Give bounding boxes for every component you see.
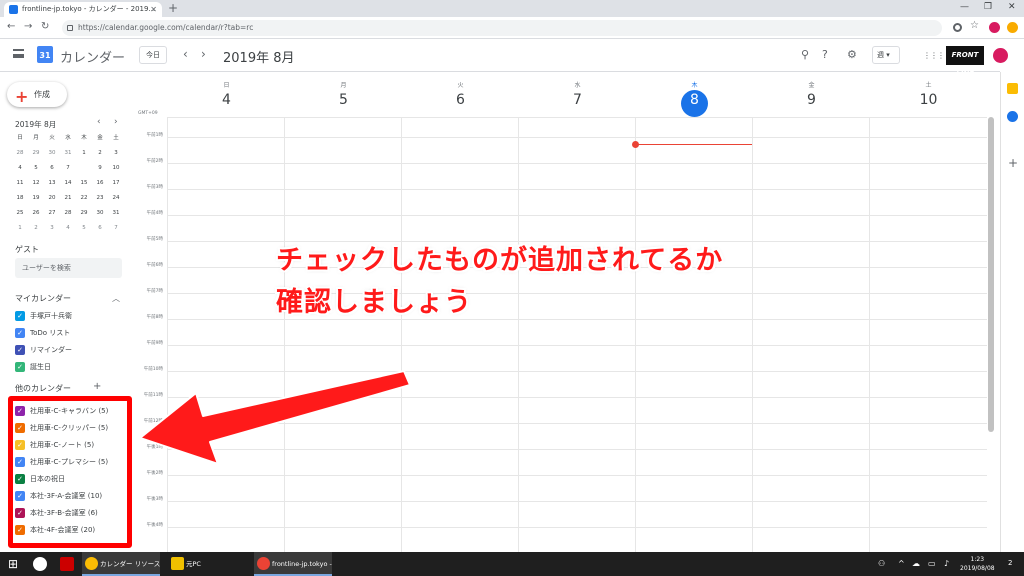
network-icon[interactable]: ▭: [928, 559, 936, 568]
chrome-icon: [257, 557, 270, 570]
highlight-box: [8, 396, 132, 548]
clock-time: 1:23: [970, 556, 985, 563]
taskbar-item-label: frontline-jp.tokyo - ...: [272, 560, 332, 568]
clock[interactable]: 1:23 2019/08/08: [960, 555, 995, 573]
taskbar-item-pc[interactable]: 元PC: [168, 552, 246, 576]
folder-icon: [171, 557, 184, 570]
cloud-icon[interactable]: ☁: [912, 559, 920, 568]
taskbar: ⊞ カレンダー リソース - ... 元PC frontline-jp.toky…: [0, 552, 1024, 576]
volume-icon[interactable]: ♪: [944, 559, 949, 568]
taskbar-item-frontline[interactable]: frontline-jp.tokyo - ...: [254, 552, 332, 576]
windows-start-icon[interactable]: ⊞: [8, 557, 18, 571]
taskbar-item-label: 元PC: [186, 560, 201, 568]
search-taskbar-icon[interactable]: [33, 557, 47, 571]
acrobat-icon[interactable]: [60, 557, 74, 571]
notification-badge[interactable]: 2: [1008, 559, 1012, 567]
arrow-shape: [139, 370, 411, 465]
tray-chevron-icon[interactable]: ^: [898, 559, 905, 568]
people-icon[interactable]: ⚇: [878, 559, 885, 568]
taskbar-item-label: カレンダー リソース - ...: [100, 560, 160, 568]
taskbar-item-calendar-resources[interactable]: カレンダー リソース - ...: [82, 552, 160, 576]
clock-date: 2019/08/08: [960, 565, 995, 572]
annotation-arrow: [139, 370, 411, 465]
chrome-icon: [85, 557, 98, 570]
